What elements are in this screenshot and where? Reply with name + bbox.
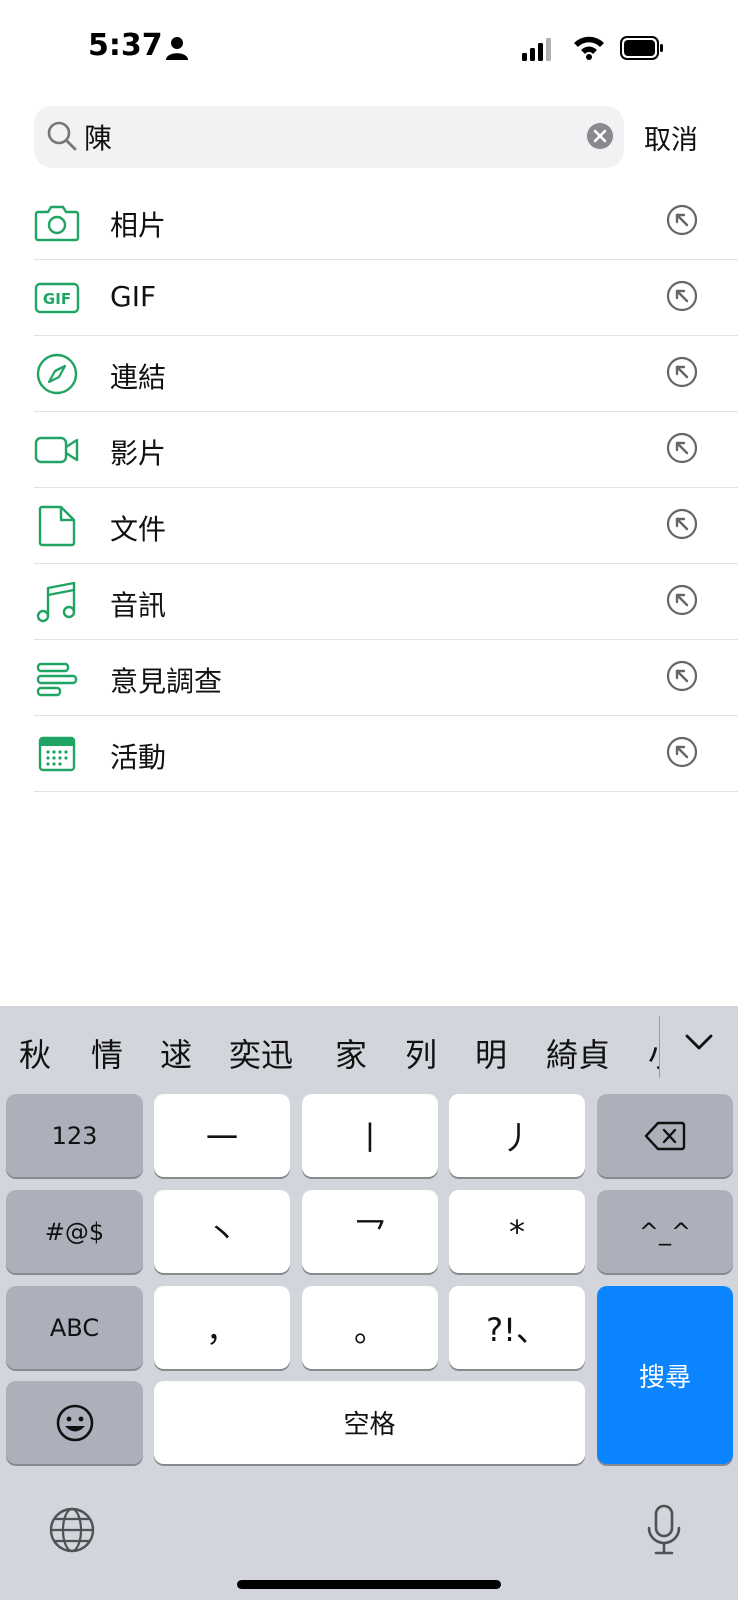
cellular-signal-icon <box>522 38 551 61</box>
category-row-files[interactable]: 文件 <box>34 488 738 564</box>
backspace-icon <box>644 1121 686 1150</box>
symbols-key[interactable]: #@$ <box>6 1190 143 1273</box>
arrow-up-left-icon[interactable] <box>666 280 698 312</box>
home-indicator[interactable] <box>237 1580 501 1589</box>
arrow-up-left-icon[interactable] <box>666 204 698 236</box>
video-icon <box>34 436 79 464</box>
category-row-audio[interactable]: 音訊 <box>34 564 738 640</box>
search-key[interactable]: 搜尋 <box>597 1286 733 1464</box>
arrow-up-left-icon[interactable] <box>666 660 698 692</box>
compass-icon <box>36 353 78 395</box>
gif-icon-text: GIF <box>43 290 71 308</box>
category-label: 相片 <box>110 209 167 242</box>
candidate-word[interactable]: 奕迅 <box>229 1030 293 1076</box>
arrow-up-left-icon[interactable] <box>666 584 698 616</box>
category-row-events[interactable]: 活動 <box>34 716 738 792</box>
arrow-up-left-icon[interactable] <box>666 736 698 768</box>
smiley-icon <box>56 1404 93 1441</box>
category-label: 音訊 <box>110 589 167 622</box>
stroke-key-vertical[interactable]: 丨 <box>302 1094 438 1177</box>
search-input[interactable] <box>84 120 554 154</box>
category-row-links[interactable]: 連結 <box>34 336 738 412</box>
globe-icon[interactable] <box>48 1506 96 1554</box>
gif-icon: GIF <box>34 282 80 314</box>
category-label: 連結 <box>110 361 167 394</box>
comma-key[interactable]: ， <box>154 1286 290 1369</box>
category-label: 活動 <box>110 741 167 774</box>
candidate-word[interactable]: 家 <box>335 1030 367 1076</box>
numbers-key[interactable]: 123 <box>6 1094 143 1177</box>
category-label: 影片 <box>110 437 167 470</box>
arrow-up-left-icon[interactable] <box>666 432 698 464</box>
stroke-key-left-falling[interactable]: 丿 <box>449 1094 585 1177</box>
stroke-key-turning[interactable]: 乛 <box>302 1190 438 1273</box>
stroke-keyboard: 秋 情 逑 奕迅 家 列 明 綺貞 小 123 一 丨 丿 #@$ 丶 乛 * … <box>0 1006 738 1600</box>
candidate-word[interactable]: 列 <box>405 1030 437 1076</box>
calendar-icon <box>38 736 76 772</box>
cancel-button[interactable]: 取消 <box>644 118 698 157</box>
music-note-icon <box>36 581 76 623</box>
status-time: 5:37 <box>88 28 163 63</box>
arrow-up-left-icon[interactable] <box>666 356 698 388</box>
candidate-word[interactable]: 綺貞 <box>546 1030 610 1076</box>
stroke-key-dot[interactable]: 丶 <box>154 1190 290 1273</box>
candidate-word[interactable]: 秋 <box>19 1030 51 1076</box>
period-key[interactable]: 。 <box>302 1286 438 1369</box>
category-label: 文件 <box>110 513 167 546</box>
status-bar: 5:37 <box>0 0 738 100</box>
candidate-word[interactable]: 明 <box>475 1030 507 1076</box>
search-icon <box>47 121 77 151</box>
category-row-polls[interactable]: 意見調查 <box>34 640 738 716</box>
document-icon <box>38 505 76 547</box>
category-row-gif[interactable]: GIF GIF <box>34 260 738 336</box>
stroke-key-horizontal[interactable]: 一 <box>154 1094 290 1177</box>
candidate-word[interactable]: 逑 <box>160 1030 192 1076</box>
wifi-icon <box>574 36 604 60</box>
person-icon <box>166 37 188 60</box>
category-label: 意見調查 <box>110 665 223 698</box>
delete-key[interactable] <box>597 1094 733 1177</box>
category-row-videos[interactable]: 影片 <box>34 412 738 488</box>
clear-search-icon[interactable] <box>586 122 614 150</box>
arrow-up-left-icon[interactable] <box>666 508 698 540</box>
category-row-photos[interactable]: 相片 <box>34 184 738 260</box>
emoji-key[interactable] <box>6 1381 143 1464</box>
battery-icon <box>620 36 663 60</box>
camera-icon <box>34 205 80 242</box>
media-category-list: 相片 GIF GIF 連結 影片 文件 音訊 意見調查 活動 <box>34 184 738 792</box>
poll-icon <box>36 662 78 697</box>
punctuation-key[interactable]: ?!、 <box>449 1286 585 1369</box>
wildcard-key[interactable]: * <box>449 1190 585 1273</box>
microphone-icon[interactable] <box>646 1504 682 1556</box>
chevron-down-icon[interactable] <box>684 1032 714 1052</box>
space-key[interactable]: 空格 <box>154 1381 585 1464</box>
category-label: GIF <box>110 280 157 313</box>
candidate-divider <box>659 1016 660 1078</box>
kaomoji-key[interactable]: ^_^ <box>597 1190 733 1273</box>
abc-key[interactable]: ABC <box>6 1286 143 1369</box>
candidate-bar: 秋 情 逑 奕迅 家 列 明 綺貞 小 <box>0 1006 738 1090</box>
search-field[interactable] <box>34 106 624 168</box>
candidate-word[interactable]: 情 <box>91 1030 123 1076</box>
